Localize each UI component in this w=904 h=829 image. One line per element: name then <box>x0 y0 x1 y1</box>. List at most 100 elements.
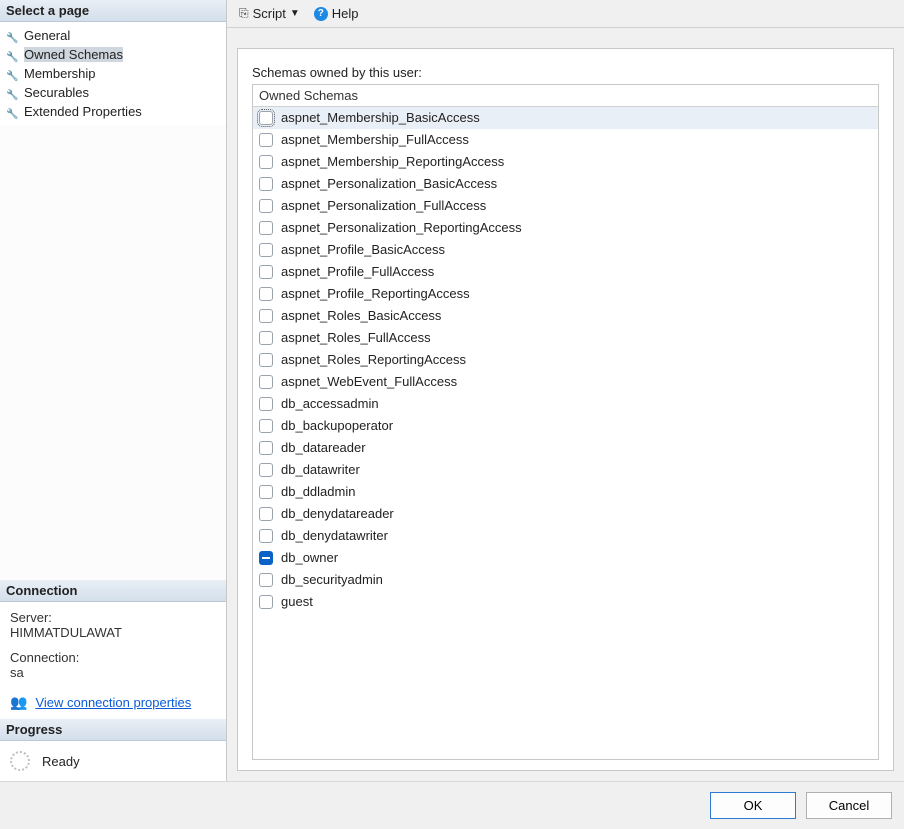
schema-row[interactable]: aspnet_Membership_BasicAccess <box>253 107 878 129</box>
server-value: HIMMATDULAWAT <box>10 625 216 640</box>
view-connection-properties-link[interactable]: View connection properties <box>35 695 191 710</box>
script-icon: ⎘ <box>239 6 249 21</box>
schema-checkbox[interactable] <box>259 507 273 521</box>
page-item[interactable]: Membership <box>0 64 226 83</box>
schema-checkbox[interactable] <box>259 133 273 147</box>
schema-row[interactable]: db_accessadmin <box>253 393 878 415</box>
connection-header: Connection <box>0 580 226 602</box>
connection-label: Connection: <box>10 650 216 665</box>
schema-name: db_owner <box>281 549 338 567</box>
progress-spinner-icon <box>10 751 30 771</box>
schema-checkbox[interactable] <box>259 551 273 565</box>
ok-button[interactable]: OK <box>710 792 796 819</box>
schema-checkbox[interactable] <box>259 177 273 191</box>
schema-row[interactable]: aspnet_Personalization_ReportingAccess <box>253 217 878 239</box>
schema-row[interactable]: aspnet_Roles_BasicAccess <box>253 305 878 327</box>
schema-name: db_datawriter <box>281 461 360 479</box>
schema-name: aspnet_Roles_FullAccess <box>281 329 431 347</box>
schema-checkbox[interactable] <box>259 419 273 433</box>
schema-name: db_accessadmin <box>281 395 379 413</box>
cancel-button[interactable]: Cancel <box>806 792 892 819</box>
schema-name: aspnet_Roles_BasicAccess <box>281 307 441 325</box>
schema-checkbox[interactable] <box>259 573 273 587</box>
progress-status: Ready <box>42 754 80 769</box>
schema-checkbox[interactable] <box>259 221 273 235</box>
schema-name: db_securityadmin <box>281 571 383 589</box>
page-item-label: Extended Properties <box>24 104 142 119</box>
schema-row[interactable]: db_denydatareader <box>253 503 878 525</box>
page-list: General Owned Schemas Membership Securables… <box>0 22 226 125</box>
schema-name: aspnet_Personalization_BasicAccess <box>281 175 497 193</box>
page-item[interactable]: Owned Schemas <box>0 45 226 64</box>
schema-checkbox[interactable] <box>259 243 273 257</box>
schema-row[interactable]: guest <box>253 591 878 613</box>
grid-column-header[interactable]: Owned Schemas <box>253 85 878 107</box>
script-button[interactable]: ⎘ Script ▼ <box>235 4 304 23</box>
schema-name: aspnet_WebEvent_FullAccess <box>281 373 457 391</box>
schema-checkbox[interactable] <box>259 265 273 279</box>
help-button[interactable]: ? Help <box>310 4 363 23</box>
schema-checkbox[interactable] <box>259 309 273 323</box>
schema-name: guest <box>281 593 313 611</box>
content-area: ⎘ Script ▼ ? Help Schemas owned by this … <box>227 0 904 781</box>
page-item[interactable]: Extended Properties <box>0 102 226 121</box>
help-label: Help <box>332 6 359 21</box>
schema-checkbox[interactable] <box>259 331 273 345</box>
schema-row[interactable]: db_denydatawriter <box>253 525 878 547</box>
schema-row[interactable]: aspnet_Roles_ReportingAccess <box>253 349 878 371</box>
schema-row[interactable]: aspnet_Profile_FullAccess <box>253 261 878 283</box>
schema-row[interactable]: db_owner <box>253 547 878 569</box>
progress-panel: Ready <box>0 741 226 781</box>
owned-schemas-grid: Owned Schemas aspnet_Membership_BasicAcc… <box>252 84 879 760</box>
schema-name: aspnet_Profile_FullAccess <box>281 263 434 281</box>
people-icon: 👥 <box>10 694 27 711</box>
select-page-header: Select a page <box>0 0 226 22</box>
schema-row[interactable]: aspnet_Profile_ReportingAccess <box>253 283 878 305</box>
schema-checkbox[interactable] <box>259 287 273 301</box>
script-label: Script <box>253 6 286 21</box>
schema-row[interactable]: db_ddladmin <box>253 481 878 503</box>
schema-name: aspnet_Roles_ReportingAccess <box>281 351 466 369</box>
schema-name: aspnet_Profile_BasicAccess <box>281 241 445 259</box>
wrench-icon <box>6 87 18 99</box>
page-item-label: Membership <box>24 66 96 81</box>
schema-checkbox[interactable] <box>259 353 273 367</box>
schema-name: db_backupoperator <box>281 417 393 435</box>
schema-name: aspnet_Membership_FullAccess <box>281 131 469 149</box>
schema-checkbox[interactable] <box>259 485 273 499</box>
schema-checkbox[interactable] <box>259 199 273 213</box>
schema-name: aspnet_Membership_ReportingAccess <box>281 153 504 171</box>
page-item[interactable]: General <box>0 26 226 45</box>
page-item[interactable]: Securables <box>0 83 226 102</box>
schema-row[interactable]: aspnet_Membership_ReportingAccess <box>253 151 878 173</box>
schema-row[interactable]: db_securityadmin <box>253 569 878 591</box>
schema-row[interactable]: aspnet_Personalization_FullAccess <box>253 195 878 217</box>
schema-row[interactable]: aspnet_Profile_BasicAccess <box>253 239 878 261</box>
schema-checkbox[interactable] <box>259 397 273 411</box>
grid-body[interactable]: aspnet_Membership_BasicAccess aspnet_Memb… <box>253 107 878 759</box>
page-item-label: Owned Schemas <box>24 47 123 62</box>
schema-row[interactable]: db_datawriter <box>253 459 878 481</box>
schema-checkbox[interactable] <box>259 463 273 477</box>
schema-row[interactable]: db_backupoperator <box>253 415 878 437</box>
schema-row[interactable]: aspnet_Personalization_BasicAccess <box>253 173 878 195</box>
schema-name: db_datareader <box>281 439 366 457</box>
schema-checkbox[interactable] <box>259 441 273 455</box>
page-item-label: Securables <box>24 85 89 100</box>
schema-name: aspnet_Profile_ReportingAccess <box>281 285 470 303</box>
schema-checkbox[interactable] <box>259 155 273 169</box>
schema-checkbox[interactable] <box>259 111 273 125</box>
schema-checkbox[interactable] <box>259 529 273 543</box>
schema-row[interactable]: db_datareader <box>253 437 878 459</box>
wrench-icon <box>6 68 18 80</box>
page-item-label: General <box>24 28 70 43</box>
schema-row[interactable]: aspnet_WebEvent_FullAccess <box>253 371 878 393</box>
wrench-icon <box>6 30 18 42</box>
wrench-icon <box>6 49 18 61</box>
schema-name: db_ddladmin <box>281 483 355 501</box>
schema-row[interactable]: aspnet_Roles_FullAccess <box>253 327 878 349</box>
schema-row[interactable]: aspnet_Membership_FullAccess <box>253 129 878 151</box>
schema-checkbox[interactable] <box>259 595 273 609</box>
schema-checkbox[interactable] <box>259 375 273 389</box>
connection-panel: Server: HIMMATDULAWAT Connection: sa 👥 V… <box>0 602 226 719</box>
